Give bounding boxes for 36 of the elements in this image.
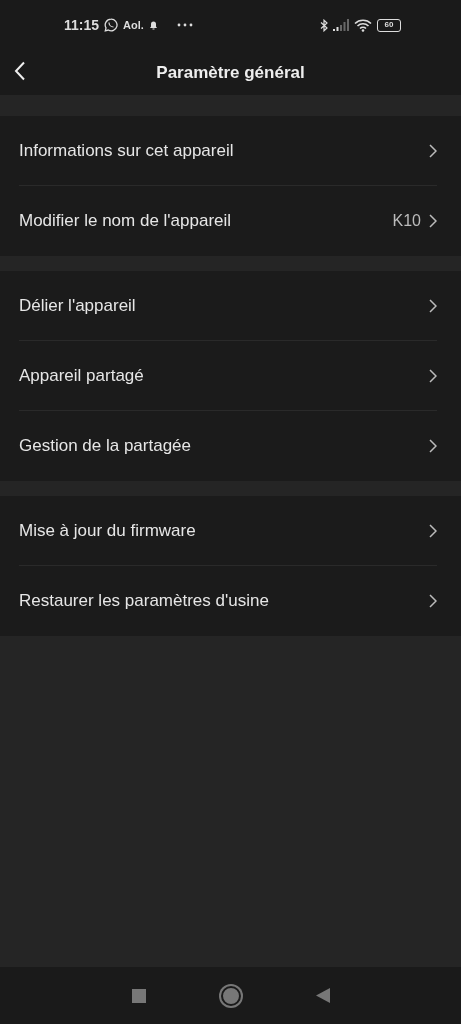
row-label: Restaurer les paramètres d'usine bbox=[19, 591, 269, 611]
chevron-icon bbox=[429, 144, 437, 158]
chevron-icon bbox=[429, 439, 437, 453]
chevron-icon bbox=[429, 369, 437, 383]
battery-level: 60 bbox=[384, 21, 394, 29]
back-nav-icon[interactable] bbox=[315, 988, 330, 1003]
chat-icon bbox=[104, 18, 119, 32]
row-label: Délier l'appareil bbox=[19, 296, 136, 316]
settings-row[interactable]: Délier l'appareil bbox=[0, 271, 461, 341]
status-time: 11:15 bbox=[64, 17, 100, 33]
settings-row[interactable]: Restaurer les paramètres d'usine bbox=[0, 566, 461, 636]
row-label: Mise à jour du firmware bbox=[19, 521, 196, 541]
row-label: Modifier le nom de l'appareil bbox=[19, 211, 232, 231]
settings-row[interactable]: Informations sur cet appareil bbox=[0, 116, 461, 186]
bluetooth-icon bbox=[320, 18, 328, 32]
row-label: Informations sur cet appareil bbox=[19, 141, 234, 161]
row-value: K10 bbox=[392, 212, 421, 230]
more-icon bbox=[176, 23, 193, 27]
signal-icon bbox=[333, 19, 349, 31]
settings-row[interactable]: Gestion de la partagée bbox=[0, 411, 461, 481]
row-label: Gestion de la partagée bbox=[19, 436, 191, 456]
wifi-icon bbox=[354, 18, 372, 32]
home-icon[interactable] bbox=[220, 985, 241, 1006]
settings-row[interactable]: Appareil partagé bbox=[0, 341, 461, 411]
recents-icon[interactable] bbox=[131, 988, 146, 1003]
carrier-label: Aol. bbox=[123, 19, 144, 31]
chevron-icon bbox=[429, 594, 437, 608]
bell-icon bbox=[148, 20, 158, 30]
back-icon[interactable] bbox=[14, 61, 26, 81]
chevron-icon bbox=[429, 524, 437, 538]
settings-row[interactable]: Modifier le nom de l'appareil K10 bbox=[0, 186, 461, 256]
chevron-icon bbox=[429, 299, 437, 313]
settings-row[interactable]: Mise à jour du firmware bbox=[0, 496, 461, 566]
chevron-icon bbox=[429, 214, 437, 228]
page-title: Paramètre général bbox=[156, 62, 305, 83]
row-label: Appareil partagé bbox=[19, 366, 144, 386]
